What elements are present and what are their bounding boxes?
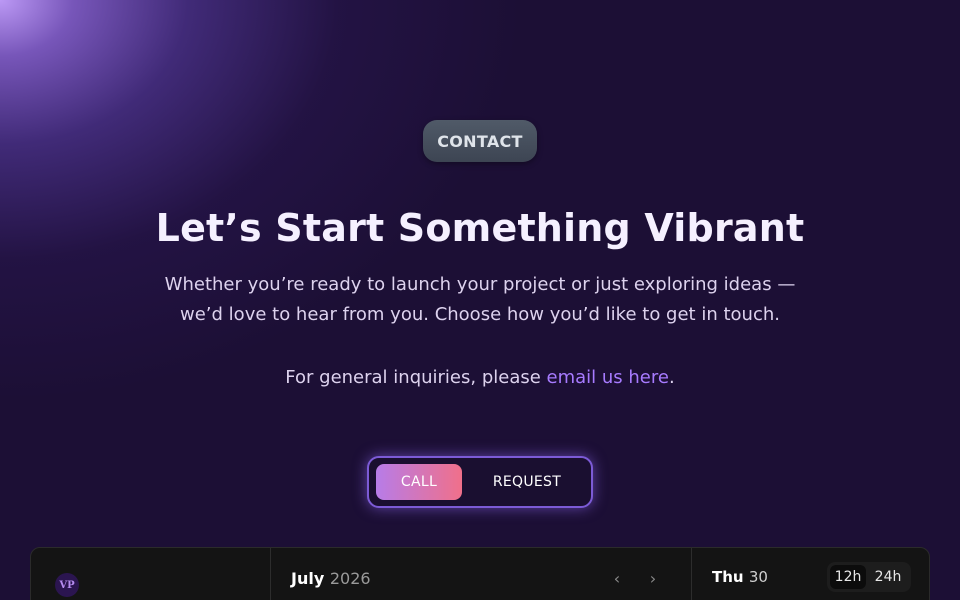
format-12h-button[interactable]: 12h — [830, 565, 866, 589]
email-link[interactable]: email us here — [547, 367, 669, 388]
inquiry-text: For general inquiries, please email us h… — [0, 364, 960, 392]
hero-subtitle: Whether you’re ready to launch your proj… — [164, 274, 796, 325]
contact-badge: CONTACT — [423, 120, 537, 162]
request-option-button[interactable]: REQUEST — [477, 464, 577, 500]
contact-page: CONTACT Let’s Start Something Vibrant Wh… — [0, 0, 960, 600]
day-number: 30 — [748, 568, 768, 586]
calendar-month-label: July 2026 — [291, 569, 371, 588]
inquiry-suffix: . — [668, 367, 675, 388]
contact-method-toggle: CALL REQUEST — [367, 456, 593, 508]
avatar: VP — [55, 573, 79, 597]
call-option-button[interactable]: CALL — [376, 464, 462, 500]
format-24h-button[interactable]: 24h — [870, 565, 906, 589]
inquiry-prefix: For general inquiries, please — [285, 367, 547, 388]
day-name: Thu — [712, 568, 744, 586]
chevron-right-icon[interactable]: › — [641, 566, 665, 590]
booking-widget: VP July 2026 ‹ › Thu 30 12h 24h — [30, 547, 930, 600]
selected-day-label: Thu 30 — [712, 568, 768, 586]
chevron-left-icon[interactable]: ‹ — [605, 566, 629, 590]
time-format-toggle: 12h 24h — [827, 562, 911, 592]
column-divider — [270, 548, 271, 600]
page-title: Let’s Start Something Vibrant — [155, 206, 805, 250]
column-divider — [691, 548, 692, 600]
year-label: 2026 — [329, 569, 371, 588]
month-name: July — [291, 569, 325, 588]
